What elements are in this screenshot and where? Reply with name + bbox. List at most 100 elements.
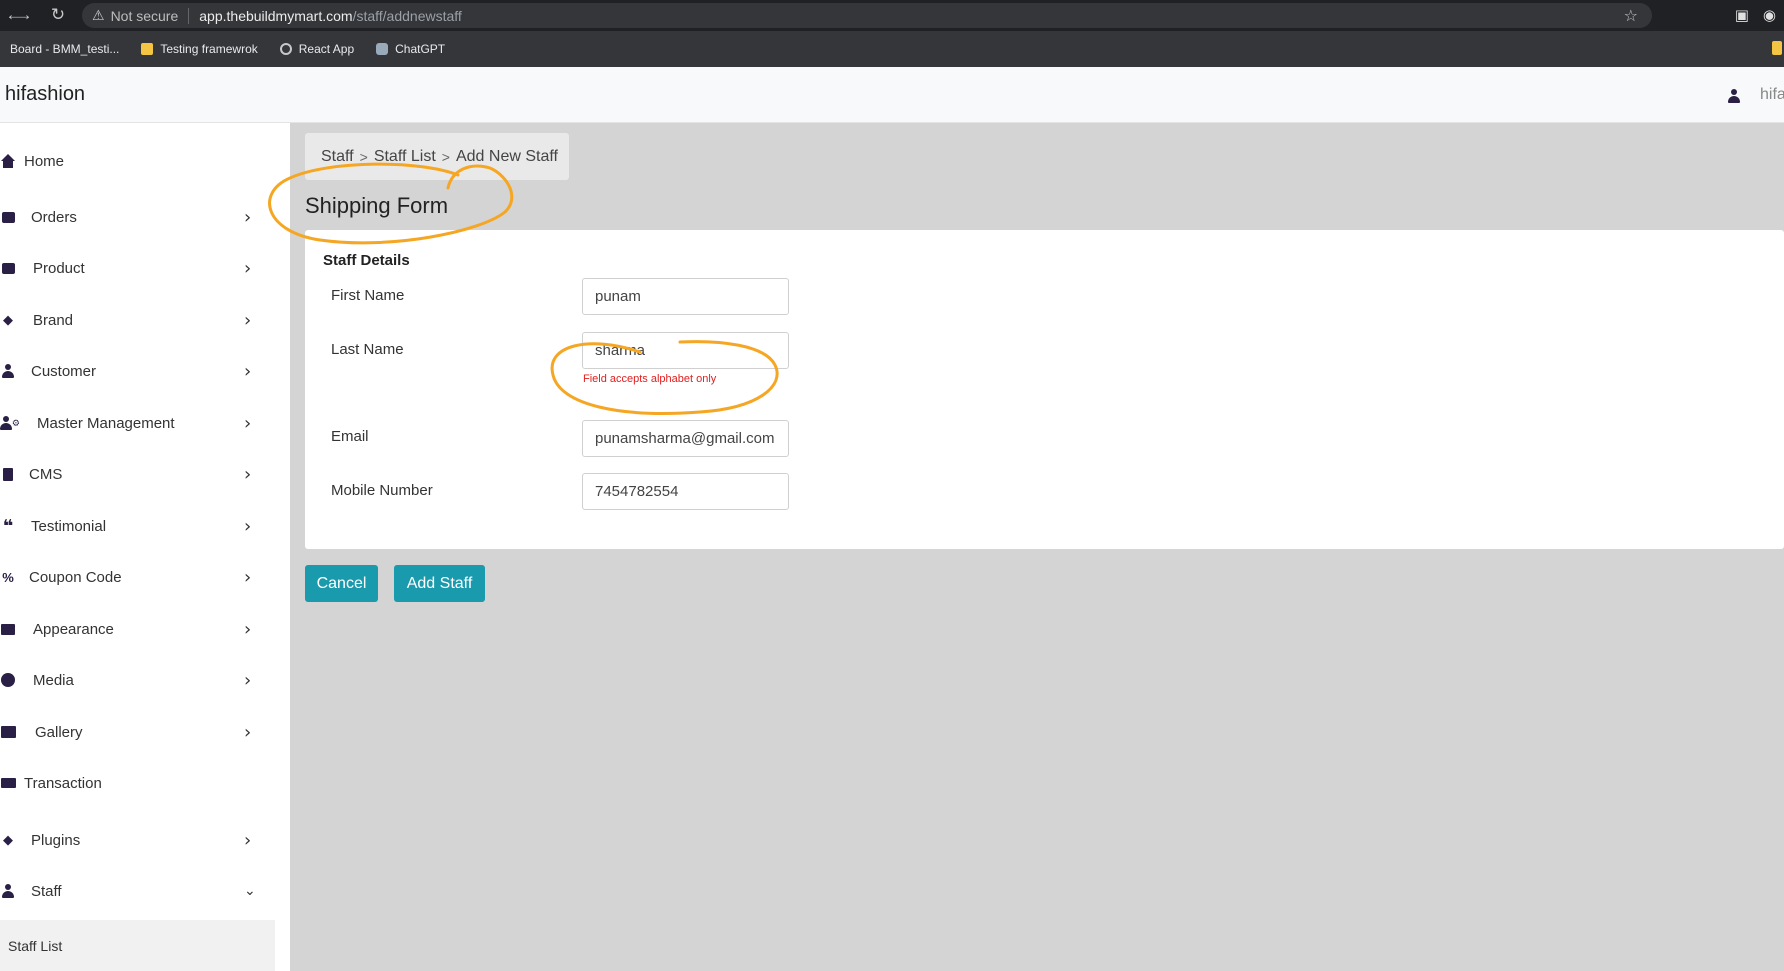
sidebar-item-label: Gallery [35,723,83,741]
sidebar-item-label: Brand [33,311,74,329]
chevron-right-icon[interactable]: › [244,516,251,537]
url-host: app.thebuildmymart.com [199,7,353,24]
sidebar-item-label: Coupon Code [29,568,122,586]
percent-icon: % [2,569,14,585]
folder-icon [141,43,154,55]
security-label: Not secure [110,7,179,24]
sidebar-item-cms[interactable]: CMS › [0,454,270,494]
folder-icon[interactable] [1772,41,1782,55]
sidebar-item-transaction[interactable]: Transaction [0,763,270,803]
email-label: Email [331,428,369,445]
breadcrumb-item-staff[interactable]: Staff [321,148,354,166]
tags-icon: ◆ [3,312,13,327]
reload-icon[interactable]: ↻ [44,5,72,25]
chevron-right-icon[interactable]: › [244,830,251,851]
sidebar-item-label: Transaction [24,774,102,792]
sidebar-item-brand[interactable]: ◆ Brand › [0,300,270,340]
sidebar-item-label: Testimonial [31,517,107,535]
app-header: hifashion hifa [0,67,1784,123]
chevron-right-icon[interactable]: › [244,258,251,279]
bookmarks-bar: Board - BMM_testi... Testing framewrok R… [0,31,1784,67]
chevron-right-icon[interactable]: › [244,619,251,640]
email-input[interactable] [582,420,789,457]
sidebar-item-label: Product [33,259,85,277]
user-icon [0,883,16,899]
mobile-number-label: Mobile Number [331,482,433,499]
breadcrumb: Staff > Staff List > Add New Staff [305,133,569,180]
play-circle-icon [0,672,16,688]
first-name-label: First Name [331,287,405,304]
tag-icon: ◆ [3,832,13,847]
user-gear-icon: ⚙ [0,415,20,431]
sidebar-item-customer[interactable]: Customer › [0,351,270,391]
side-panel-icon[interactable]: ▣ [1735,6,1749,24]
sidebar-item-label: Staff [31,882,62,900]
sidebar-item-plugins[interactable]: ◆ Plugins › [0,820,270,860]
sidebar-item-media[interactable]: Media › [0,660,270,700]
sidebar-item-label: CMS [29,465,63,483]
brand-name[interactable]: hifashion [5,83,85,106]
sidebar-item-label: Master Management [37,414,175,432]
staff-form-card: Staff Details First Name Last Name Field… [305,230,1784,549]
sidebar-item-appearance[interactable]: Appearance › [0,609,270,649]
chevron-right-icon[interactable]: › [244,413,251,434]
page-title: Shipping Form [305,193,449,218]
add-staff-button[interactable]: Add Staff [394,565,485,602]
sidebar-item-coupon-code[interactable]: % Coupon Code › [0,557,270,597]
bookmark-item[interactable]: React App [279,42,355,56]
section-title: Staff Details [323,252,410,269]
sidebar-item-gallery[interactable]: Gallery › [0,712,270,752]
sidebar-item-home[interactable]: Home [0,141,270,181]
chevron-right-icon[interactable]: › [244,207,251,228]
bookmark-label: React App [298,42,355,56]
first-name-input[interactable] [582,278,789,315]
sidebar-item-label: Media [33,671,74,689]
url-path: /staff/addnewstaff [352,7,462,24]
browser-toolbar: ← → ↻ ⚠ Not secure app.thebuildmymart.co… [0,0,1784,31]
sidebar-item-product[interactable]: Product › [0,248,270,288]
chatgpt-icon [376,43,389,55]
forward-icon[interactable]: → [10,5,38,25]
sidebar-item-label: Home [24,152,65,170]
chevron-right-icon[interactable]: › [244,722,251,743]
sidebar-item-label: Customer [31,362,97,380]
sidebar-item-master-management[interactable]: ⚙ Master Management › [0,403,270,443]
images-icon [0,724,16,740]
cancel-button[interactable]: Cancel [305,565,378,602]
bookmark-label: Board - BMM_testi... [10,42,120,56]
mobile-number-input[interactable] [582,473,789,510]
home-icon [0,153,16,169]
file-icon [0,466,16,482]
shopping-bag-icon [0,209,16,225]
bookmark-star-icon[interactable]: ☆ [1624,6,1638,26]
sidebar-item-staff[interactable]: Staff ⌄ [0,871,270,911]
bookmark-item[interactable]: Testing framewrok [141,42,258,56]
address-bar[interactable]: ⚠ Not secure app.thebuildmymart.com /sta… [82,3,1652,28]
chevron-right-icon[interactable]: › [244,464,251,485]
breadcrumb-item-current: Add New Staff [455,147,558,165]
breadcrumb-item-staff-list[interactable]: Staff List [374,148,436,166]
chevron-right-icon[interactable]: › [244,310,251,331]
sidebar-item-orders[interactable]: Orders › [0,197,270,237]
image-icon [0,621,16,637]
money-check-icon [0,775,16,791]
globe-icon [279,43,292,55]
sidebar-item-label: Orders [31,208,77,226]
chevron-right-icon[interactable]: › [244,567,251,588]
bookmark-item[interactable]: Board - BMM_testi... [10,42,119,56]
last-name-input[interactable] [582,332,789,369]
sidebar-item-label: Appearance [33,620,114,638]
breadcrumb-separator: > [441,148,450,165]
chevron-right-icon[interactable]: › [244,670,251,691]
incognito-icon[interactable]: ◉ [1763,6,1776,24]
user-name[interactable]: hifa [1760,86,1784,104]
user-icon [0,363,16,379]
sidebar-item-label: Plugins [31,831,81,849]
chevron-right-icon[interactable]: › [244,361,251,382]
bookmark-item[interactable]: ChatGPT [376,42,445,56]
sidebar: Home Orders › Product › ◆ Brand › Custom… [0,123,290,971]
sidebar-item-testimonial[interactable]: ❝ Testimonial › [0,506,270,546]
sidebar-subitem-staff-list[interactable]: Staff List [0,920,275,971]
chevron-down-icon[interactable]: ⌄ [244,883,256,899]
user-icon[interactable] [1728,87,1740,108]
